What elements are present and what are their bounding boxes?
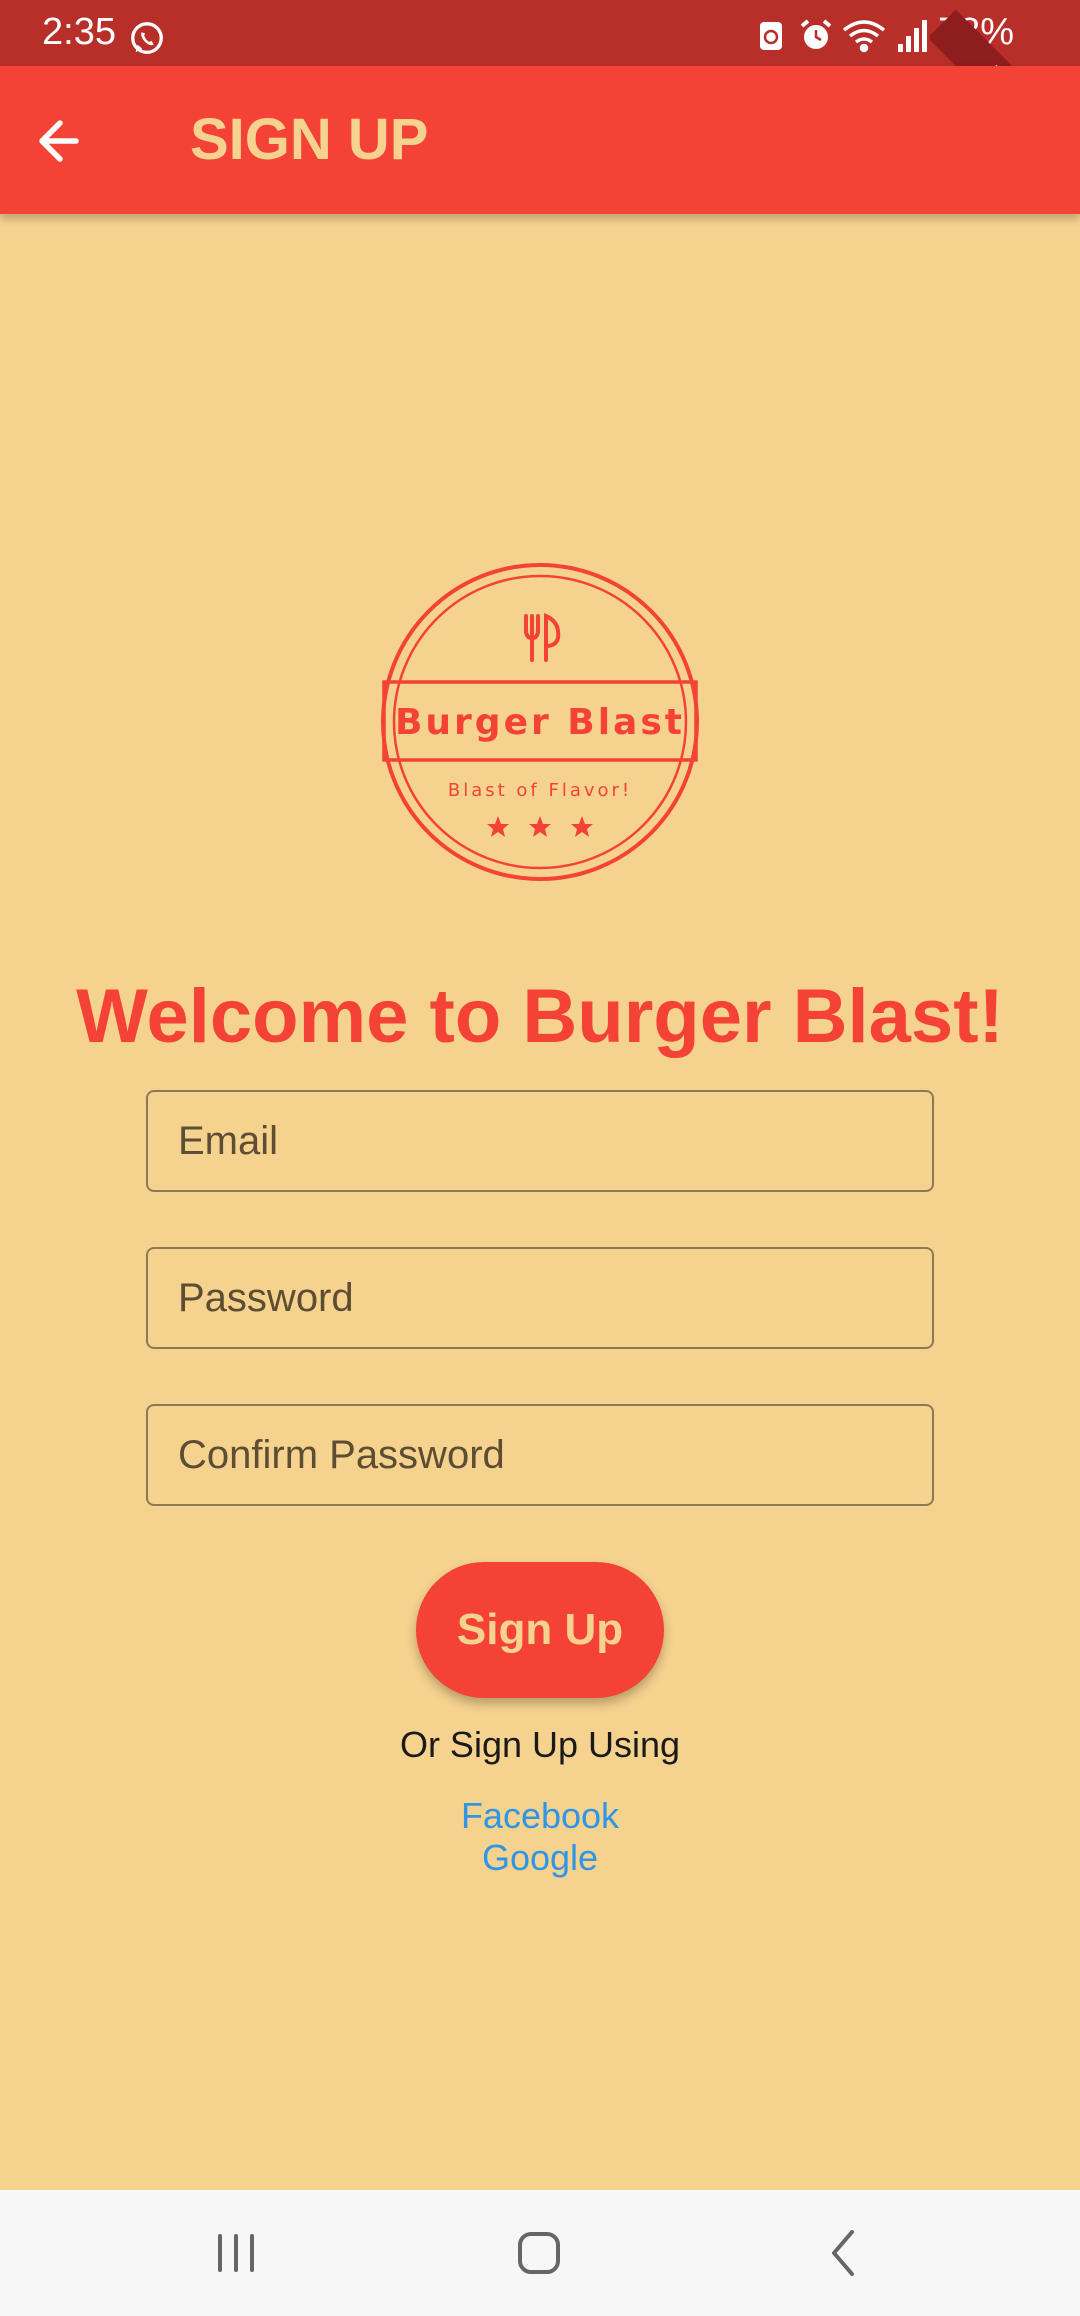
password-input[interactable] xyxy=(148,1249,932,1347)
confirm-password-field[interactable] xyxy=(146,1404,934,1506)
google-link[interactable]: Google xyxy=(0,1836,1080,1880)
back-button[interactable] xyxy=(32,106,112,176)
alarm-icon xyxy=(800,19,832,49)
welcome-heading: Welcome to Burger Blast! xyxy=(76,974,1004,1059)
back-icon xyxy=(832,2230,854,2276)
knife-icon xyxy=(544,612,561,662)
status-time: 2:35 xyxy=(42,11,116,53)
logo-name: Burger Blast xyxy=(395,702,685,743)
facebook-link[interactable]: Facebook xyxy=(0,1794,1080,1838)
home-icon xyxy=(518,2232,560,2274)
sign-up-button[interactable]: Sign Up xyxy=(416,1562,664,1698)
page-title: SIGN UP xyxy=(190,107,429,172)
burger-blast-logo: Burger Blast Blast of Flavor! xyxy=(381,563,699,881)
email-field[interactable] xyxy=(146,1090,934,1192)
star-icons xyxy=(487,816,593,837)
logo-tagline: Blast of Flavor! xyxy=(448,780,632,801)
home-button[interactable] xyxy=(500,2216,580,2290)
app-bar: SIGN UP xyxy=(0,66,1080,214)
wifi-icon xyxy=(842,20,886,53)
recent-apps-icon xyxy=(218,2234,254,2272)
system-nav-bar xyxy=(0,2190,1080,2316)
email-input[interactable] xyxy=(148,1092,932,1190)
status-bar: 2:35 78% DEBUG xyxy=(0,0,1080,140)
password-field[interactable] xyxy=(146,1247,934,1349)
arrow-left-icon xyxy=(39,120,79,162)
nav-back-button[interactable] xyxy=(802,2216,882,2290)
signal-icon xyxy=(898,20,927,52)
confirm-password-input[interactable] xyxy=(148,1406,932,1504)
recycle-icon xyxy=(760,22,782,50)
status-icons xyxy=(760,19,927,53)
recent-apps-button[interactable] xyxy=(196,2216,276,2290)
alt-signup-prompt: Or Sign Up Using xyxy=(399,1724,681,1765)
whatsapp-icon xyxy=(131,22,163,54)
fork-icon xyxy=(524,614,540,662)
